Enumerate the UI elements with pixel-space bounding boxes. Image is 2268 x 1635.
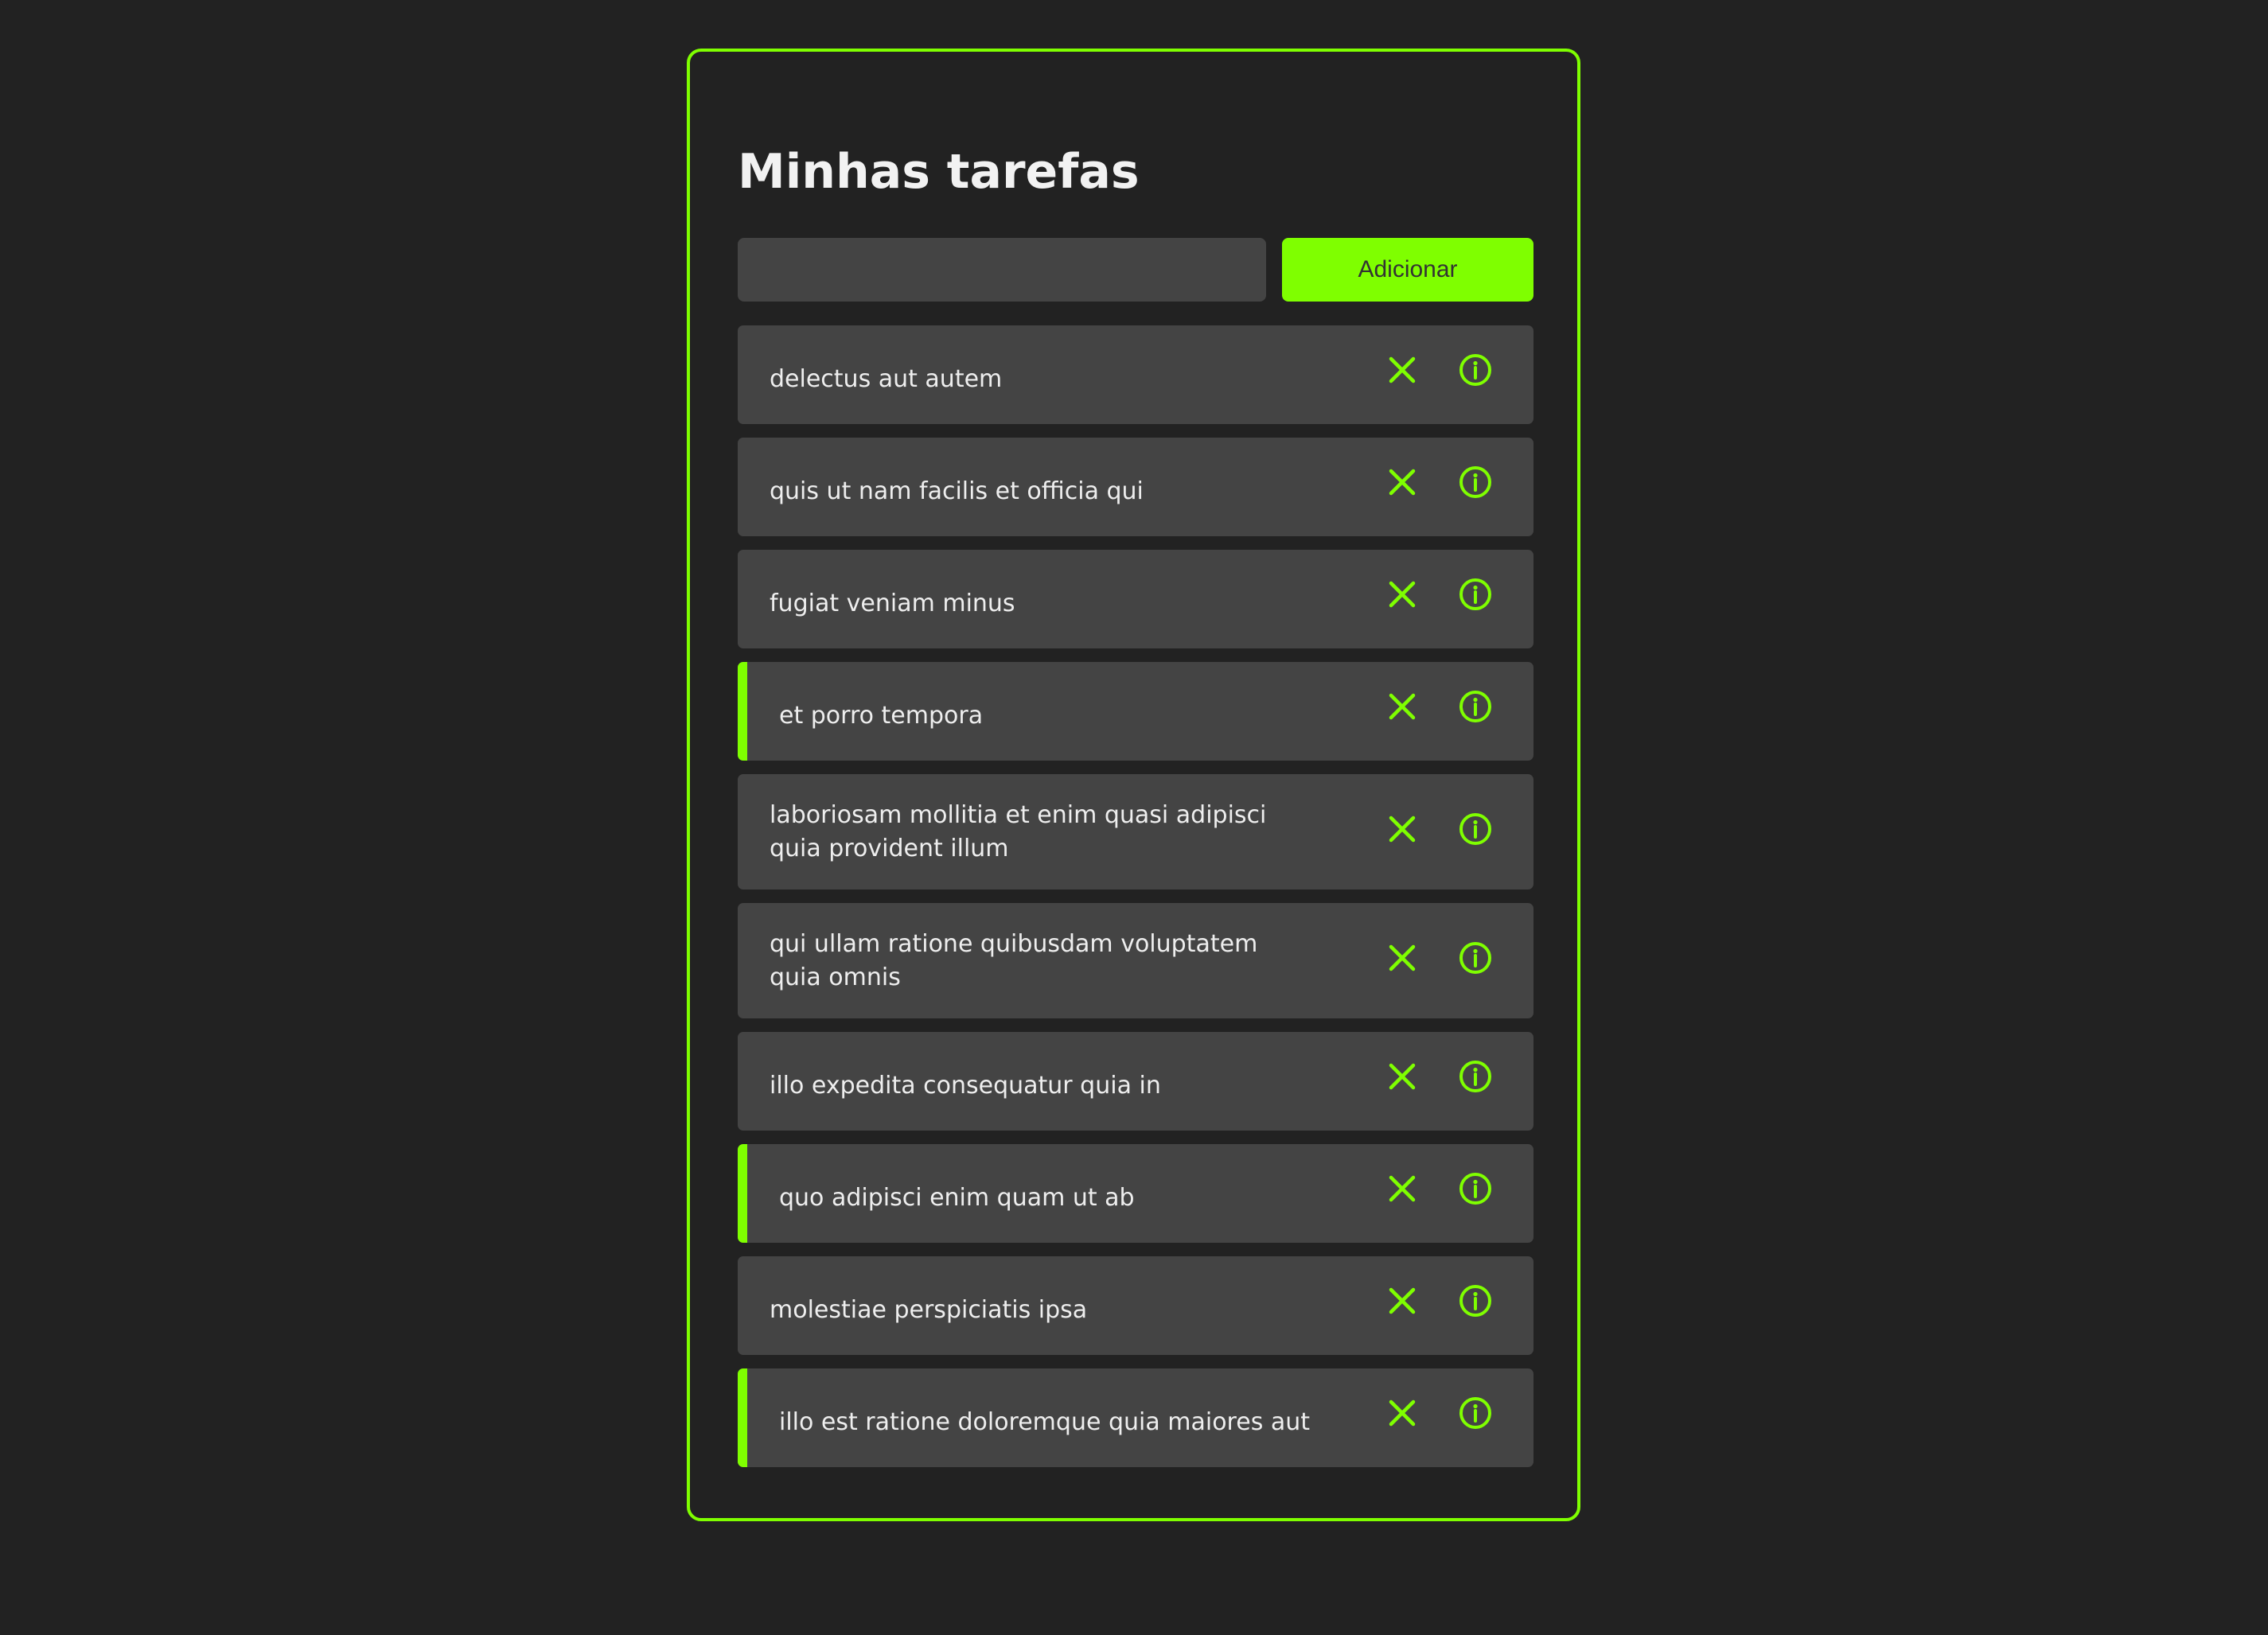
task-details-button[interactable]	[1452, 570, 1499, 618]
page-title: Minhas tarefas	[738, 144, 1140, 200]
task-item-completed[interactable]: illo est ratione doloremque quia maiores…	[738, 1368, 1533, 1467]
task-details-button[interactable]	[1452, 805, 1499, 853]
info-icon	[1459, 578, 1491, 610]
task-details-button[interactable]	[1452, 1053, 1499, 1100]
task-details-button[interactable]	[1452, 458, 1499, 506]
remove-task-button[interactable]	[1378, 805, 1426, 853]
task-title: laboriosam mollitia et enim quasi adipis…	[770, 800, 1267, 862]
remove-task-button[interactable]	[1378, 346, 1426, 394]
info-icon	[1459, 941, 1491, 974]
task-card: Minhas tarefas Adicionar delectus aut au…	[687, 49, 1580, 1521]
remove-task-button[interactable]	[1378, 683, 1426, 730]
task-details-button[interactable]	[1452, 346, 1499, 394]
close-icon	[1389, 1063, 1416, 1090]
task-title: molestiae perspiciatis ipsa	[770, 1296, 1088, 1324]
close-icon	[1389, 1287, 1416, 1314]
close-icon	[1389, 356, 1416, 383]
task-item-completed[interactable]: et porro tempora	[738, 662, 1533, 761]
task-title: qui ullam ratione quibusdam voluptatem q…	[770, 929, 1258, 991]
remove-task-button[interactable]	[1378, 1389, 1426, 1437]
close-icon	[1389, 1175, 1416, 1202]
task-item[interactable]: laboriosam mollitia et enim quasi adipis…	[738, 774, 1533, 890]
close-icon	[1389, 693, 1416, 720]
remove-task-button[interactable]	[1378, 934, 1426, 982]
remove-task-button[interactable]	[1378, 1053, 1426, 1100]
task-title: quis ut nam facilis et officia qui	[770, 477, 1144, 505]
task-details-button[interactable]	[1452, 1277, 1499, 1325]
info-icon	[1459, 691, 1491, 722]
info-icon	[1459, 354, 1491, 386]
task-item[interactable]: illo expedita consequatur quia in	[738, 1032, 1533, 1131]
task-title: delectus aut autem	[770, 365, 1003, 393]
task-title: illo est ratione doloremque quia maiores…	[779, 1408, 1311, 1436]
remove-task-button[interactable]	[1378, 458, 1426, 506]
remove-task-button[interactable]	[1378, 570, 1426, 618]
info-icon	[1459, 1173, 1491, 1205]
task-item[interactable]: qui ullam ratione quibusdam voluptatem q…	[738, 903, 1533, 1018]
close-icon	[1389, 469, 1416, 496]
task-title: fugiat veniam minus	[770, 590, 1015, 617]
task-details-button[interactable]	[1452, 934, 1499, 982]
task-list: delectus aut autem quis ut nam facilis et…	[738, 325, 1533, 1481]
task-item[interactable]: delectus aut autem	[738, 325, 1533, 424]
task-title: quo adipisci enim quam ut ab	[779, 1184, 1135, 1212]
task-item[interactable]: quis ut nam facilis et officia qui	[738, 438, 1533, 536]
close-icon	[1389, 816, 1416, 842]
task-item[interactable]: molestiae perspiciatis ipsa	[738, 1256, 1533, 1355]
remove-task-button[interactable]	[1378, 1165, 1426, 1213]
task-details-button[interactable]	[1452, 1165, 1499, 1213]
task-title: illo expedita consequatur quia in	[770, 1072, 1161, 1100]
task-item-completed[interactable]: quo adipisci enim quam ut ab	[738, 1144, 1533, 1243]
task-title: et porro tempora	[779, 702, 984, 730]
close-icon	[1389, 944, 1416, 971]
close-icon	[1389, 581, 1416, 608]
add-task-button[interactable]: Adicionar	[1282, 238, 1533, 302]
close-icon	[1389, 1399, 1416, 1427]
task-details-button[interactable]	[1452, 1389, 1499, 1437]
info-icon	[1459, 1061, 1491, 1092]
task-details-button[interactable]	[1452, 683, 1499, 730]
add-task-form: Adicionar	[738, 238, 1533, 302]
new-task-input[interactable]	[738, 238, 1266, 302]
task-item[interactable]: fugiat veniam minus	[738, 550, 1533, 648]
remove-task-button[interactable]	[1378, 1277, 1426, 1325]
info-icon	[1459, 812, 1491, 845]
info-icon	[1459, 1285, 1491, 1317]
info-icon	[1459, 466, 1491, 498]
info-icon	[1459, 1397, 1491, 1429]
